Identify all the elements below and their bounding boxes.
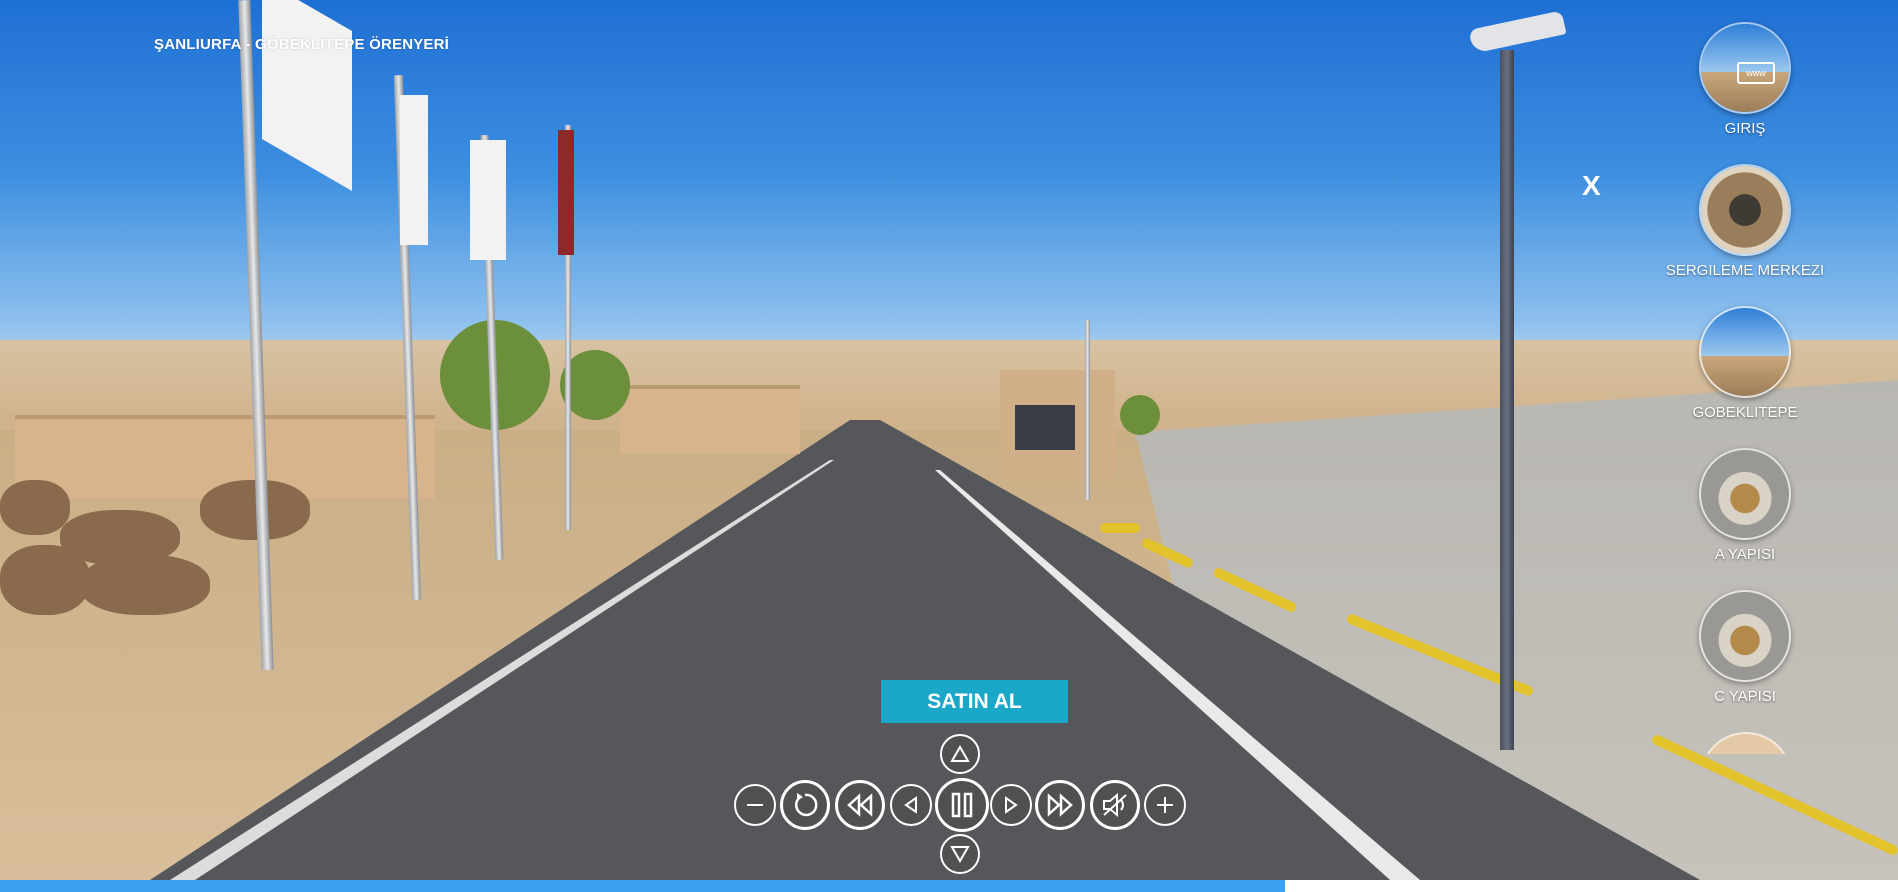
buy-button[interactable]: SATIN AL bbox=[881, 680, 1068, 723]
street-lamp bbox=[1500, 50, 1514, 750]
rotate-icon[interactable] bbox=[780, 780, 830, 830]
pan-down-icon[interactable] bbox=[940, 834, 980, 874]
scene-label: GOBEKLITEPE bbox=[1692, 404, 1798, 421]
scene-item-next-partial[interactable] bbox=[1700, 732, 1788, 754]
tour-title: ŞANLIURFA - GÖBEKLİTEPE ÖRENYERİ bbox=[154, 36, 450, 53]
pan-up-icon[interactable] bbox=[940, 734, 980, 774]
scene-item-a-yapisi[interactable]: A YAPISI bbox=[1650, 448, 1840, 563]
scene-item-gobeklitepe[interactable]: GOBEKLITEPE bbox=[1650, 306, 1840, 421]
pan-left-icon[interactable] bbox=[890, 784, 932, 826]
light-post bbox=[1085, 320, 1090, 500]
rock bbox=[80, 555, 210, 615]
gobeklitepe-thumbnail[interactable] bbox=[1699, 306, 1791, 398]
scene-item-giris[interactable]: www GIRIŞ bbox=[1650, 22, 1840, 137]
scene-label: SERGILEME MERKEZI bbox=[1665, 262, 1825, 279]
distant-building bbox=[620, 385, 800, 454]
tree bbox=[1120, 395, 1160, 435]
scene-item-sergileme-merkezi[interactable]: SERGILEME MERKEZI bbox=[1650, 164, 1840, 279]
tour-progress-bar[interactable] bbox=[0, 880, 1898, 892]
scene-label: GIRIŞ bbox=[1724, 120, 1766, 137]
www-search-icon[interactable]: www bbox=[1699, 22, 1791, 114]
flag bbox=[558, 130, 574, 255]
flag bbox=[470, 140, 506, 260]
pan-right-icon[interactable] bbox=[990, 784, 1032, 826]
rock bbox=[0, 545, 90, 615]
curb-marker bbox=[1100, 523, 1140, 533]
zoom-in-icon[interactable] bbox=[1144, 784, 1186, 826]
c-structure-thumbnail[interactable] bbox=[1699, 590, 1791, 682]
rewind-icon[interactable] bbox=[835, 780, 885, 830]
scene-label: C YAPISI bbox=[1714, 688, 1776, 705]
a-structure-thumbnail[interactable] bbox=[1699, 448, 1791, 540]
flag bbox=[400, 95, 428, 245]
guard-booth bbox=[1000, 370, 1115, 480]
scene-item-c-yapisi[interactable]: C YAPISI bbox=[1650, 590, 1840, 705]
fast-forward-icon[interactable] bbox=[1035, 780, 1085, 830]
mute-icon[interactable] bbox=[1090, 780, 1140, 830]
zoom-out-icon[interactable] bbox=[734, 784, 776, 826]
exhibition-center-thumbnail[interactable] bbox=[1699, 164, 1791, 256]
pause-icon[interactable] bbox=[935, 778, 989, 832]
tour-progress-fill bbox=[0, 880, 1285, 892]
rock bbox=[0, 480, 70, 535]
scene-label: A YAPISI bbox=[1714, 546, 1776, 563]
close-menu-button[interactable]: X bbox=[1582, 170, 1601, 202]
